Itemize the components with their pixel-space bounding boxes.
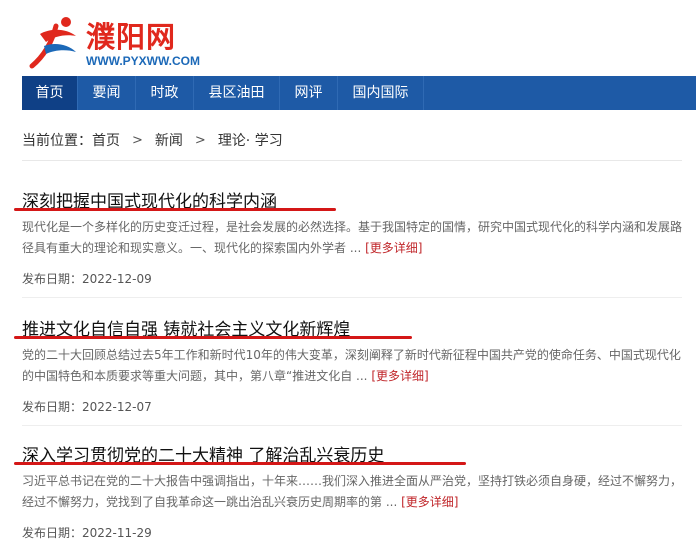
breadcrumb-theory-link[interactable]: 理论· 学习: [218, 130, 283, 150]
title-underline: [14, 336, 412, 339]
article-title[interactable]: 推进文化自信自强 铸就社会主义文化新辉煌: [14, 315, 412, 340]
nav-item-home[interactable]: 首页: [22, 76, 78, 110]
article-title[interactable]: 深入学习贯彻党的二十大精神 了解治乱兴衰历史: [14, 441, 466, 466]
nav-item-world[interactable]: 国内国际: [338, 76, 424, 110]
divider: [22, 297, 682, 298]
site-name[interactable]: 濮阳网: [86, 14, 176, 56]
article-item: 深刻把握中国式现代化的科学内涵 现代化是一个多样化的历史变迁过程，是社会发展的必…: [14, 187, 684, 298]
article-date: 发布日期：2022-12-07: [22, 398, 152, 415]
date-label: 发布日期：: [22, 272, 83, 286]
article-item: 推进文化自信自强 铸就社会主义文化新辉煌 党的二十大回顾总结过去5年工作和新时代…: [14, 315, 684, 426]
article-item: 深入学习贯彻党的二十大精神 了解治乱兴衰历史 习近平总书记在党的二十大报告中强调…: [14, 441, 684, 540]
article-summary-text: 习近平总书记在党的二十大报告中强调指出，十年来……我们深入推进全面从严治党，坚持…: [22, 474, 683, 509]
date-value: 2022-11-29: [82, 526, 152, 540]
article-date: 发布日期：2022-11-29: [22, 524, 152, 541]
article-title[interactable]: 深刻把握中国式现代化的科学内涵: [14, 187, 336, 212]
article-date: 发布日期：2022-12-09: [22, 270, 152, 287]
date-label: 发布日期：: [22, 400, 83, 414]
nav-item-commentary[interactable]: 网评: [280, 76, 338, 110]
site-url[interactable]: WWW.PYXWW.COM: [86, 54, 200, 68]
divider: [22, 160, 682, 161]
more-details-link[interactable]: [更多详细]: [401, 495, 458, 509]
article-summary: 习近平总书记在党的二十大报告中强调指出，十年来……我们深入推进全面从严治党，坚持…: [22, 471, 684, 513]
ellipsis: ...: [352, 369, 372, 383]
breadcrumb-prefix: 当前位置：: [22, 133, 92, 149]
ellipsis: ...: [346, 241, 366, 255]
breadcrumb-separator-icon: >: [194, 132, 206, 148]
more-details-link[interactable]: [更多详细]: [365, 241, 422, 255]
nav-item-politics[interactable]: 时政: [136, 76, 194, 110]
site-header: 濮阳网 WWW.PYXWW.COM: [0, 0, 696, 76]
article-summary: 党的二十大回顾总结过去5年工作和新时代10年的伟大变革，深刻阐释了新时代新征程中…: [22, 345, 684, 387]
more-details-link[interactable]: [更多详细]: [371, 369, 428, 383]
title-underline: [14, 208, 336, 211]
date-value: 2022-12-07: [82, 400, 152, 414]
date-label: 发布日期：: [22, 526, 83, 540]
main-nav: 首页 要闻 时政 县区油田 网评 国内国际: [22, 76, 696, 110]
nav-item-counties[interactable]: 县区油田: [194, 76, 280, 110]
ellipsis: ...: [382, 495, 402, 509]
site-logo-icon[interactable]: [26, 12, 84, 72]
title-underline: [14, 462, 466, 465]
article-summary: 现代化是一个多样化的历史变迁过程，是社会发展的必然选择。基于我国特定的国情，研究…: [22, 217, 684, 259]
breadcrumb-news-link[interactable]: 新闻: [155, 130, 183, 150]
breadcrumb: 当前位置： 首页 > 新闻 > 理论· 学习: [22, 130, 283, 150]
date-value: 2022-12-09: [82, 272, 152, 286]
nav-item-news[interactable]: 要闻: [78, 76, 136, 110]
breadcrumb-separator-icon: >: [132, 132, 143, 148]
divider: [22, 425, 682, 426]
breadcrumb-home-link[interactable]: 首页: [92, 130, 120, 150]
